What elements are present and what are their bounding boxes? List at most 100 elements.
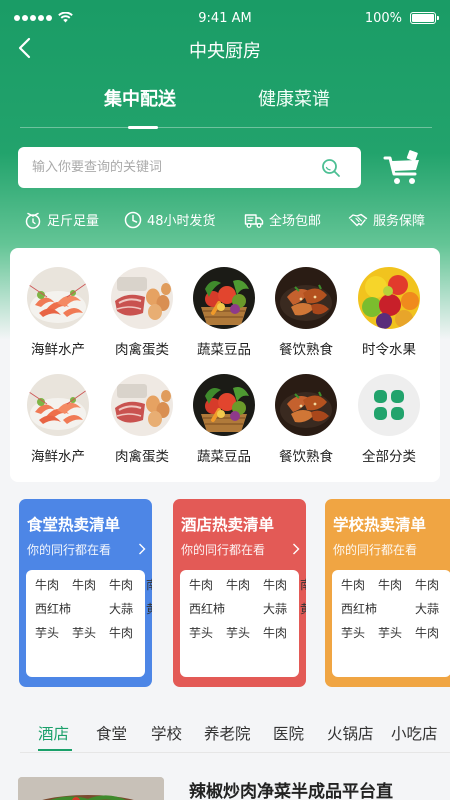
category-meat-eggs[interactable]: 肉禽蛋类 (102, 267, 182, 358)
clock-icon (124, 211, 142, 228)
tab-healthy-recipes[interactable]: 健康菜谱 (258, 85, 330, 111)
hot-list-title: 酒店热卖清单 (181, 516, 275, 534)
category-grid: 海鲜水产 肉禽蛋类 蔬菜豆品 餐饮熟食 时令水果 海鲜水产 肉禽蛋类 蔬菜豆品 … (10, 248, 440, 482)
category-meat-eggs[interactable]: 肉禽蛋类 (102, 374, 182, 465)
status-bar: 9:41 AM 100% (0, 0, 450, 36)
list-item: 牛肉 (341, 578, 366, 592)
shrimp-image (27, 267, 89, 329)
category-fruits[interactable]: 时令水果 (349, 267, 429, 358)
category-cooked-food[interactable]: 餐饮熟食 (266, 267, 346, 358)
list-item: 芋头 (226, 626, 251, 640)
handshake-icon (348, 213, 368, 226)
tab-hotpot[interactable]: 火锅店 (327, 722, 374, 744)
list-item: 黄瓜 (300, 600, 306, 617)
category-all[interactable]: 全部分类 (349, 374, 429, 465)
hot-list-items: 牛肉 牛肉 牛肉 南瓜 西红柿 大蒜 黄瓜 芋头 芋头 牛肉 (332, 570, 450, 677)
hot-list-school[interactable]: 学校热卖清单 你的同行都在看 牛肉 牛肉 牛肉 南瓜 西红柿 大蒜 黄瓜 芋头 … (325, 499, 450, 687)
hot-list-subtitle: 你的同行都在看 (333, 543, 418, 557)
shrimp-image (27, 374, 89, 436)
list-item: 西红柿 (35, 602, 72, 616)
list-item: 牛肉 (415, 578, 440, 592)
hot-list-hotel[interactable]: 酒店热卖清单 你的同行都在看 牛肉 牛肉 牛肉 南瓜 西红柿 大蒜 黄瓜 芋头 … (173, 499, 306, 687)
cart-icon[interactable] (383, 149, 423, 187)
cooked-food-image (275, 267, 337, 329)
hot-list-canteen[interactable]: 食堂热卖清单 你的同行都在看 牛肉 牛肉 牛肉 南瓜 西红柿 大蒜 黄瓜 芋头 … (19, 499, 152, 687)
chevron-right-icon (293, 543, 300, 555)
list-item: 牛肉 (378, 578, 403, 592)
feature-label: 足斤足量 (47, 214, 100, 229)
fruits-image (358, 267, 420, 329)
tab-hotel[interactable]: 酒店 (38, 722, 69, 744)
meat-eggs-image (111, 374, 173, 436)
tab-nursing-home[interactable]: 养老院 (204, 722, 251, 744)
four-leaf-icon (358, 374, 420, 436)
tab-divider (20, 752, 450, 753)
feature-label: 全场包邮 (269, 214, 322, 229)
tab-divider (20, 127, 432, 128)
feature-label: 服务保障 (373, 214, 426, 229)
article-title[interactable]: 辣椒炒肉净菜半成品平台直 (189, 777, 393, 800)
search-icon[interactable] (321, 158, 341, 178)
list-item: 芋头 (35, 626, 60, 640)
search-input[interactable] (32, 147, 322, 188)
battery-percentage: 100% (364, 11, 402, 26)
hot-list-title: 食堂热卖清单 (27, 516, 121, 534)
cooked-food-image (275, 374, 337, 436)
feature-48h-shipping: 48小时发货 (124, 210, 216, 229)
list-item: 大蒜 (415, 602, 440, 616)
category-seafood[interactable]: 海鲜水产 (18, 267, 98, 358)
article-thumbnail[interactable] (18, 777, 164, 800)
feature-full-weight: 足斤足量 (24, 210, 99, 229)
category-seafood[interactable]: 海鲜水产 (18, 374, 98, 465)
list-item: 牛肉 (263, 626, 288, 640)
truck-icon (244, 213, 264, 228)
weight-icon (25, 212, 41, 229)
list-item: 黄瓜 (146, 600, 152, 617)
hot-list-items: 牛肉 牛肉 牛肉 南瓜 西红柿 大蒜 黄瓜 芋头 芋头 牛肉 (180, 570, 306, 677)
feature-service-guarantee: 服务保障 (348, 210, 425, 229)
list-item: 牛肉 (109, 578, 134, 592)
category-cooked-food[interactable]: 餐饮熟食 (266, 374, 346, 465)
hot-list-subtitle: 你的同行都在看 (181, 543, 266, 557)
page-title: 中央厨房 (189, 41, 261, 62)
tab-school[interactable]: 学校 (151, 722, 182, 744)
list-item: 牛肉 (226, 578, 251, 592)
list-item: 西红柿 (189, 602, 226, 616)
list-item: 南瓜 (300, 576, 306, 593)
search-box (18, 147, 361, 188)
list-item: 牛肉 (415, 626, 440, 640)
hot-list-subtitle: 你的同行都在看 (27, 543, 112, 557)
category-vegetables[interactable]: 蔬菜豆品 (184, 267, 264, 358)
list-item: 牛肉 (189, 578, 214, 592)
list-item: 牛肉 (72, 578, 97, 592)
list-item: 大蒜 (263, 602, 288, 616)
list-item (378, 600, 415, 617)
meat-eggs-image (111, 267, 173, 329)
list-item: 西红柿 (341, 602, 378, 616)
list-item: 牛肉 (109, 626, 134, 640)
venue-tab-bar: 酒店 食堂 学校 养老院 医院 火锅店 小吃店 (0, 722, 450, 752)
vegetables-image (193, 374, 255, 436)
list-item: 芋头 (72, 626, 97, 640)
feature-free-shipping: 全场包邮 (244, 210, 321, 229)
battery-icon (410, 12, 439, 24)
list-item: 芋头 (341, 626, 366, 640)
tab-snack-shop[interactable]: 小吃店 (391, 722, 438, 744)
feature-label: 48小时发货 (147, 214, 216, 229)
hot-list-items: 牛肉 牛肉 牛肉 南瓜 西红柿 大蒜 黄瓜 芋头 芋头 牛肉 (26, 570, 152, 677)
list-item: 牛肉 (35, 578, 60, 592)
chevron-right-icon (139, 543, 146, 555)
list-item: 大蒜 (109, 602, 134, 616)
tab-hospital[interactable]: 医院 (273, 722, 304, 744)
hot-list-title: 学校热卖清单 (333, 516, 427, 534)
list-item: 牛肉 (263, 578, 288, 592)
list-item (300, 624, 306, 641)
list-item: 南瓜 (146, 576, 152, 593)
list-item (146, 624, 152, 641)
tab-centralized-delivery[interactable]: 集中配送 (104, 85, 176, 111)
list-item (226, 600, 263, 617)
tab-canteen[interactable]: 食堂 (96, 722, 127, 744)
category-vegetables[interactable]: 蔬菜豆品 (184, 374, 264, 465)
vegetables-image (193, 267, 255, 329)
list-item: 芋头 (378, 626, 403, 640)
